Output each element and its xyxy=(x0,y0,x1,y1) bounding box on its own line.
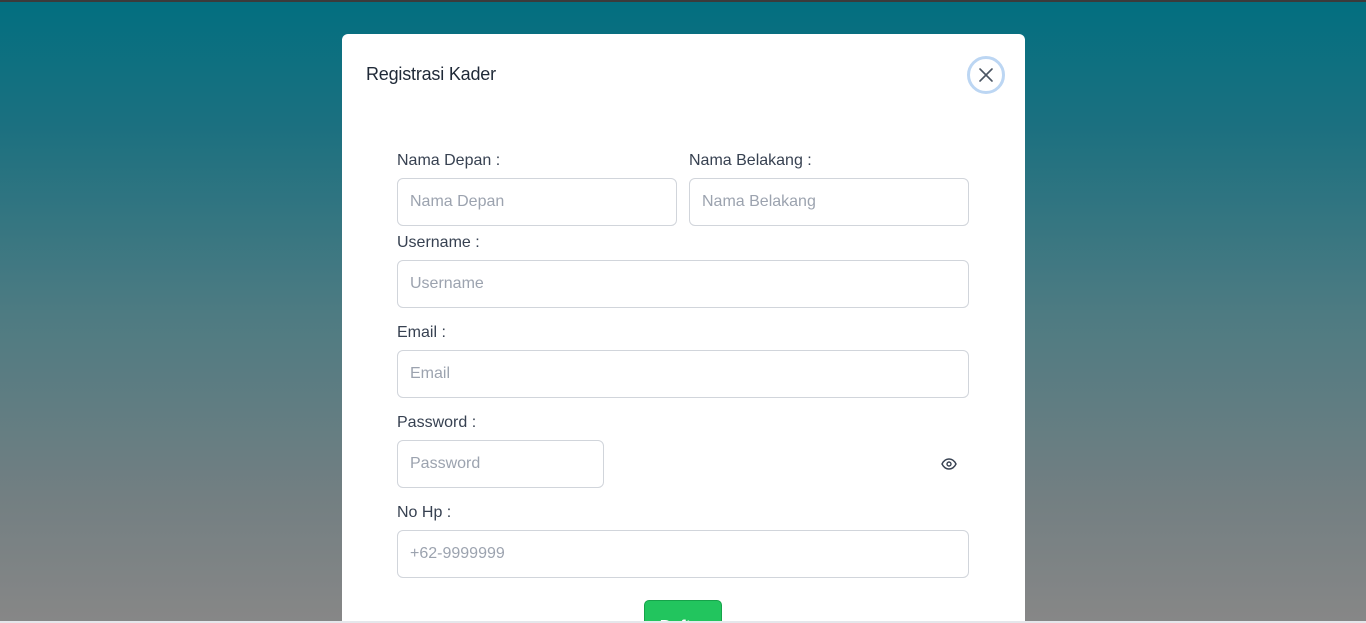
username-input[interactable] xyxy=(397,260,969,308)
password-input[interactable] xyxy=(397,440,604,488)
eye-icon[interactable] xyxy=(940,456,958,472)
register-button[interactable]: Daftar xyxy=(644,600,722,623)
phone-label: No Hp : xyxy=(397,504,452,521)
last-name-input[interactable] xyxy=(689,178,969,226)
first-name-label: Nama Depan : xyxy=(397,152,501,169)
email-label: Email : xyxy=(397,324,446,341)
email-input[interactable] xyxy=(397,350,969,398)
phone-input[interactable] xyxy=(397,530,969,578)
password-label: Password : xyxy=(397,414,477,431)
first-name-input[interactable] xyxy=(397,178,677,226)
top-border xyxy=(0,0,1366,2)
registration-modal: Registrasi Kader Nama Depan : Nama Belak… xyxy=(342,34,1025,623)
last-name-label: Nama Belakang : xyxy=(689,152,812,169)
username-label: Username : xyxy=(397,234,480,251)
close-icon xyxy=(979,68,993,82)
modal-title: Registrasi Kader xyxy=(366,64,496,84)
close-button[interactable] xyxy=(967,56,1005,94)
